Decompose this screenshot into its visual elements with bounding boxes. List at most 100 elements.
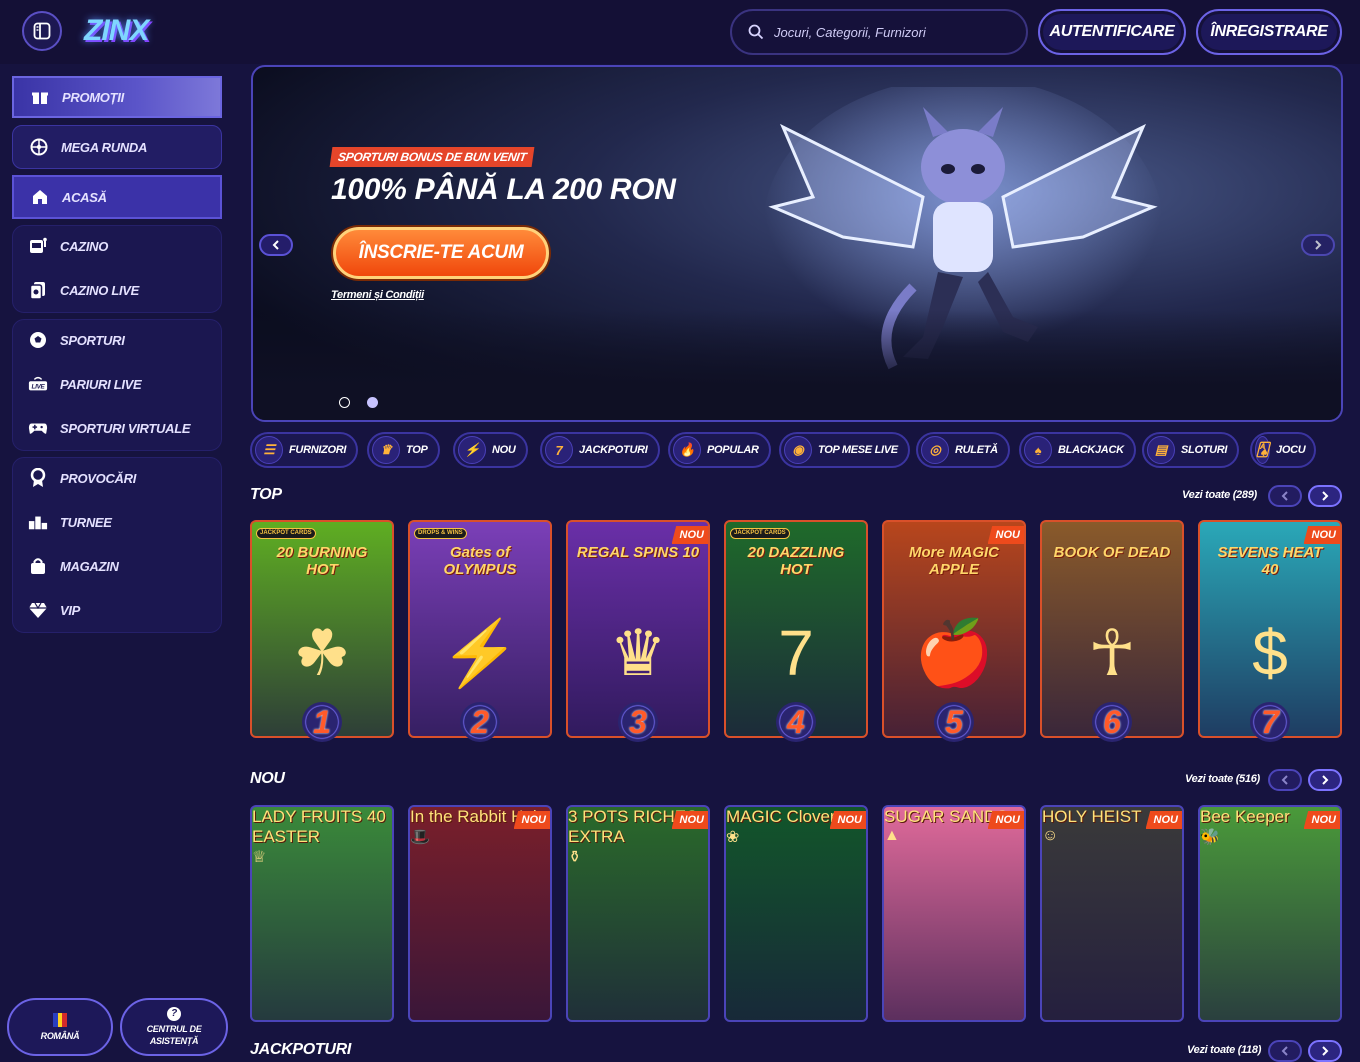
chevron-right-icon (1322, 491, 1329, 501)
game-card[interactable]: In the Rabbit Hole 🎩 NOU (408, 805, 552, 1022)
category-chip-label: TOP MESE LIVE (818, 444, 898, 456)
game-title: Gates of OLYMPUS (443, 544, 517, 578)
logo[interactable]: ZINX (84, 14, 149, 48)
sidebar-item-cazino-live[interactable]: CAZINO LIVE (12, 269, 222, 311)
category-bar: ☰ FURNIZORI ♛ TOP ⚡ NOU 7 JACKPOTURI 🔥 POPULAR ◉ TO… (0, 0, 1360, 468)
category-chip-sloturi[interactable]: ▤ SLOTURI (1142, 432, 1240, 468)
game-card[interactable]: Bee Keeper 🐝 NOU (1198, 805, 1342, 1022)
sidebar-item-sporturi[interactable]: SPORTURI (12, 319, 222, 361)
register-button[interactable]: ÎNREGISTRARE (1196, 9, 1342, 55)
game-card[interactable]: LADY FRUITS 40 EASTER ♕ (250, 805, 394, 1022)
category-chip-jocu[interactable]: 🂡 JOCU (1250, 432, 1316, 468)
jackpot-prev-button[interactable] (1268, 1040, 1302, 1062)
chevron-left-icon (272, 240, 279, 250)
sidebar-item-label: CAZINO (60, 238, 109, 254)
language-label: ROMÂNĂ (40, 1030, 80, 1041)
777-icon: 7 (545, 436, 573, 464)
hero-next-button[interactable] (1301, 234, 1335, 256)
sidebar-item-pariuri-live[interactable]: LIVE PARIURI LIVE (12, 363, 222, 405)
login-button[interactable]: AUTENTIFICARE (1038, 9, 1186, 55)
crown-icon: ♛ (372, 436, 400, 464)
new-next-button[interactable] (1308, 769, 1342, 791)
new-badge: NOU (513, 811, 550, 829)
stadium-background (253, 310, 1341, 420)
sidebar-item-vip[interactable]: VIP (12, 589, 222, 631)
game-art-icon: ♕ (252, 849, 267, 866)
game-art-icon: ❀ (726, 829, 740, 846)
hero-prev-button[interactable] (259, 234, 293, 256)
top-prev-button[interactable] (1268, 485, 1302, 507)
sidebar-item-magazin[interactable]: MAGAZIN (12, 545, 222, 587)
roulette-icon: ◎ (921, 436, 949, 464)
hero-slide-dot-1[interactable] (339, 397, 350, 408)
game-art-icon: 🐝 (1200, 829, 1220, 846)
language-button[interactable]: ROMÂNĂ (7, 998, 113, 1056)
section-title-new: NOU (250, 770, 285, 787)
sidebar-toggle-button[interactable] (22, 11, 62, 51)
category-chip-label: JOCU (1276, 444, 1306, 456)
sidebar-item-mega-runda[interactable]: MEGA RUNDA (12, 125, 222, 169)
live-icon: LIVE (28, 374, 48, 394)
sidebar-item-provocari[interactable]: PROVOCĂRI (12, 457, 222, 499)
category-chip-jackpoturi[interactable]: 7 JACKPOTURI (540, 432, 660, 468)
search-box[interactable] (730, 9, 1028, 55)
support-label-line1: CENTRUL DE (146, 1024, 202, 1034)
rank-badge: 7 (1250, 702, 1290, 742)
category-chip-furnizori[interactable]: ☰ FURNIZORI (250, 432, 359, 468)
game-art-icon: ▲ (884, 827, 900, 844)
game-card[interactable]: 3 POTS RICHES EXTRA ⚱ NOU (566, 805, 710, 1022)
podium-icon (28, 512, 48, 532)
category-chip-label: JACKPOTURI (579, 444, 648, 456)
list-icon: ☰ (255, 436, 283, 464)
search-icon (748, 24, 764, 40)
sidebar-item-turnee[interactable]: TURNEE (12, 501, 222, 543)
game-art-icon: ♛ (609, 617, 667, 689)
jackpot-badge: JACKPOT CARDS (730, 528, 790, 539)
lightning-icon: ⚡ (458, 436, 486, 464)
game-art-icon: ☘ (293, 617, 351, 689)
game-card[interactable]: HOLY HEIST ☺ NOU (1040, 805, 1184, 1022)
new-badge: NOU (671, 811, 708, 829)
cards-icon (28, 280, 48, 300)
sidebar-item-sporturi-virtuale[interactable]: SPORTURI VIRTUALE (12, 407, 222, 449)
help-icon: ? (167, 1007, 181, 1021)
sidebar-item-acasa[interactable]: ACASĂ (12, 175, 222, 219)
category-chip-top[interactable]: ♛ TOP (367, 432, 440, 468)
torch-icon: 🔥 (673, 436, 701, 464)
sidebar-item-promotii[interactable]: PROMOȚII (12, 76, 222, 118)
svg-text:LIVE: LIVE (31, 384, 45, 391)
hero-slide-dot-2[interactable] (367, 397, 378, 408)
terms-link[interactable]: Termeni și Condiții (331, 289, 424, 301)
new-prev-button[interactable] (1268, 769, 1302, 791)
game-art-icon: ⚱ (568, 849, 582, 866)
see-all-new-link[interactable]: Vezi toate (516) (1185, 773, 1260, 785)
support-center-button[interactable]: ? CENTRUL DE ASISTENȚĂ (120, 998, 228, 1056)
category-chip-label: SLOTURI (1181, 444, 1228, 456)
signup-now-button[interactable]: ÎNSCRIE-TE ACUM (333, 227, 549, 279)
game-card[interactable]: SUGAR SANDS ▲ NOU (882, 805, 1026, 1022)
new-badge: NOU (1145, 811, 1182, 829)
game-card[interactable]: MAGIC Clovers ❀ NOU (724, 805, 868, 1022)
sidebar-item-cazino[interactable]: CAZINO (12, 225, 222, 267)
category-chip-nou[interactable]: ⚡ NOU (453, 432, 528, 468)
section-title-jackpot: JACKPOTURI (250, 1041, 352, 1058)
sidebar-item-label: PROMOȚII (62, 89, 124, 105)
game-title: REGAL SPINS 10 (576, 544, 700, 561)
category-chip-blackjack[interactable]: ♠ BLACKJACK (1019, 432, 1136, 468)
game-art-icon: $ (1252, 617, 1288, 689)
search-input[interactable] (774, 24, 1014, 40)
category-chip-label: NOU (492, 444, 516, 456)
hero-banner[interactable]: SPORTURI BONUS DE BUN VENIT 100% PÂNĂ LA… (251, 65, 1343, 422)
category-chip-top-mese-live[interactable]: ◉ TOP MESE LIVE (779, 432, 910, 468)
roulette-table-icon: ◉ (784, 436, 812, 464)
support-label-line2: ASISTENȚĂ (149, 1036, 199, 1046)
see-all-top-link[interactable]: Vezi toate (289) (1182, 489, 1257, 501)
category-chip-label: FURNIZORI (289, 444, 347, 456)
see-all-jackpot-link[interactable]: Vezi toate (118) (1187, 1044, 1261, 1056)
category-chip-popular[interactable]: 🔥 POPULAR (668, 432, 771, 468)
jackpot-next-button[interactable] (1308, 1040, 1342, 1062)
category-chip-ruletă[interactable]: ◎ RULETĂ (916, 432, 1010, 468)
game-art-icon: ☺ (1042, 827, 1059, 844)
game-title: SEVENS HEAT 40 (1217, 544, 1323, 578)
top-next-button[interactable] (1308, 485, 1342, 507)
